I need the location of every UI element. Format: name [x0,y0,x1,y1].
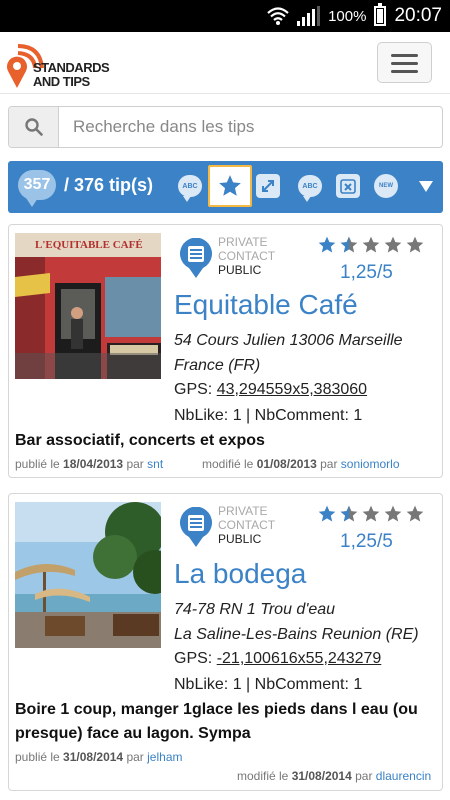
search-button[interactable] [9,107,59,147]
filter-toolbar: 357 / 376 tip(s) ABC ABC NEW [8,161,443,213]
abc-filter-button[interactable]: ABC [176,172,204,202]
visibility-public: PUBLIC [218,532,262,546]
tip-title[interactable]: La bodega [174,558,306,590]
star-empty-icon [384,236,402,253]
abc-sort-icon: ABC [298,175,322,202]
like-comment-count: NbLike: 1 | NbComment: 1 [174,676,363,693]
calendar-x-icon [336,174,360,198]
abc-sort-button[interactable]: ABC [296,172,324,202]
star-half-icon [340,505,358,522]
address-line2: France (FR) [174,357,261,374]
modifier-link[interactable]: soniomorlo [341,457,400,471]
status-bar: 100% 20:07 [0,0,450,32]
publisher-link[interactable]: snt [147,457,163,471]
modified-info: modifié le 01/08/2013 par soniomorlo [202,457,400,471]
address-line1: 74-78 RN 1 Trou d'eau [174,601,336,618]
star-icon [318,236,336,253]
sign-text: L'EQUITABLE CAFÉ [35,239,143,251]
contact-card-icon [179,506,213,547]
tip-title[interactable]: Equitable Café [174,289,358,321]
published-info: publié le 18/04/2013 par snt [15,457,164,471]
star-empty-icon [406,236,424,253]
visibility-private: PRIVATE [218,504,268,518]
contact-card-icon [179,237,213,278]
menu-icon [391,54,418,57]
gps-link[interactable]: -21,100616x55,243279 [217,650,382,667]
menu-button[interactable] [377,42,432,83]
tips-count-badge: 357 [18,170,58,207]
tip-photo[interactable]: L'EQUITABLE CAFÉ [15,233,161,379]
published-info: publié le 31/08/2014 par jelham [15,750,183,764]
star-half-icon [340,236,358,253]
rating-value: 1,25/5 [340,262,393,283]
tip-photo[interactable] [15,502,161,648]
search-icon [24,118,43,136]
gps-link[interactable]: 43,294559x5,383060 [217,381,367,398]
tips-total: / 376 tip(s) [64,175,154,195]
tip-description: Bar associatif, concerts et expos [15,432,265,449]
logo-text-line1: STANDARDS [33,60,110,75]
visibility-options: PRIVATE CONTACT PUBLIC [218,235,275,277]
rating-stars[interactable] [317,235,425,255]
address-line2: La Saline-Les-Bains Reunion (RE) [174,626,419,643]
publisher-link[interactable]: jelham [147,750,182,764]
chevron-down-icon[interactable] [419,181,433,192]
star-empty-icon [384,505,402,522]
navbar: STANDARDS AND TIPS [0,32,450,94]
rating-stars[interactable] [317,504,425,524]
star-icon [318,505,336,522]
expand-icon [256,174,280,198]
tip-description: Boire 1 coup, manger 1glace les pieds da… [15,701,418,742]
tip-card[interactable]: PRIVATE CONTACT PUBLIC 1,25/5 La bodega … [8,493,443,791]
star-icon [219,175,241,196]
new-filter-button[interactable]: NEW [372,172,400,200]
calendar-clear-button[interactable] [334,172,362,200]
visibility-contact: CONTACT [218,518,276,532]
logo-text-line2: AND TIPS [33,74,90,89]
address-line1: 54 Cours Julien 13006 Marseille [174,332,403,349]
gps-coordinates[interactable]: GPS: -21,100616x55,243279 [174,650,381,668]
visibility-private: PRIVATE [218,235,268,249]
star-empty-icon [406,505,424,522]
battery-icon [374,3,387,26]
modified-info: modifié le 31/08/2014 par dlaurencin [237,769,432,783]
tip-card[interactable]: L'EQUITABLE CAFÉ PRIVATE CONTACT PUBLIC … [8,224,443,478]
star-empty-icon [362,505,380,522]
search-bar [8,106,443,148]
rating-value: 1,25/5 [340,531,393,552]
wifi-icon [267,6,289,26]
signal-icon [297,6,321,26]
expand-button[interactable] [254,172,282,200]
app-logo[interactable]: STANDARDS AND TIPS [6,38,110,90]
like-comment-count: NbLike: 1 | NbComment: 1 [174,407,363,424]
abc-icon: ABC [178,175,202,202]
new-icon: NEW [374,174,398,198]
battery-percent: 100% [328,7,367,25]
favorites-filter-button[interactable] [208,165,252,207]
gps-coordinates[interactable]: GPS: 43,294559x5,383060 [174,381,367,399]
visibility-options: PRIVATE CONTACT PUBLIC [218,504,275,546]
modifier-link[interactable]: dlaurencin [376,769,431,783]
search-input[interactable] [59,107,442,147]
clock: 20:07 [394,5,442,26]
star-empty-icon [362,236,380,253]
visibility-contact: CONTACT [218,249,276,263]
visibility-public: PUBLIC [218,263,262,277]
